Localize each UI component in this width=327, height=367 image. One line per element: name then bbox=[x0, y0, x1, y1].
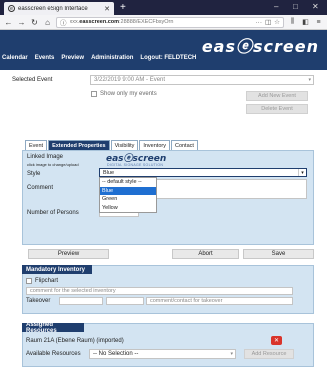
reload-icon[interactable]: ↻ bbox=[30, 18, 39, 27]
linked-image-label: Linked Image bbox=[27, 154, 64, 160]
close-window-icon[interactable]: ✕ bbox=[312, 2, 319, 12]
hamburger-menu-icon[interactable]: ≡ bbox=[314, 19, 323, 26]
menu-logout[interactable]: Logout: FELDTECH bbox=[140, 55, 196, 61]
browser-tab[interactable]: e easscreen eSign Interface ✕ bbox=[4, 2, 114, 15]
abort-button[interactable]: Abort bbox=[172, 249, 239, 259]
assigned-resources-header: Assigned Resources bbox=[22, 322, 84, 334]
tab-visibility[interactable]: Visibility bbox=[110, 140, 139, 150]
linked-image-hint: click image to change/upload bbox=[27, 162, 79, 167]
tab-title: easscreen eSign Interface bbox=[18, 5, 88, 12]
linked-image-subtitle: DIGITAL SIGNAGE SOLUTION bbox=[107, 163, 164, 167]
assigned-resource-item: Raum 21A (Ebene Raum) (imported) bbox=[26, 338, 124, 344]
event-tabs: Event Extended Properties Visibility Inv… bbox=[25, 140, 198, 150]
takeover-comment-input[interactable]: comment/contact for takeover bbox=[146, 297, 293, 305]
tab-extended-properties[interactable]: Extended Properties bbox=[48, 140, 110, 150]
selected-event-select[interactable]: 3/22/2019 9:00 AM - Event ▾ bbox=[90, 75, 314, 85]
style-value: Blue bbox=[103, 169, 115, 176]
preview-button[interactable]: Preview bbox=[28, 249, 109, 259]
url-domain: easscreen.com bbox=[79, 19, 120, 25]
takeover-label: Takeover bbox=[26, 298, 51, 304]
add-resource-button[interactable]: Add Resource bbox=[244, 349, 294, 359]
tab-inventory[interactable]: Inventory bbox=[139, 140, 170, 150]
flipchart-checkbox[interactable] bbox=[26, 278, 32, 284]
selected-event-value: 3/22/2019 9:00 AM - Event bbox=[94, 77, 166, 83]
browser-navbar: ← → ↻ ⌂ ⓘ xxx.easscreen.com:28888/EXECFb… bbox=[0, 15, 327, 30]
selected-event-label: Selected Event bbox=[12, 77, 53, 83]
style-option[interactable]: Blue bbox=[100, 186, 156, 195]
available-resources-label: Available Resources bbox=[26, 351, 81, 357]
new-tab-icon[interactable]: + bbox=[120, 2, 126, 13]
chevron-down-icon: ▾ bbox=[308, 77, 311, 83]
tab-event[interactable]: Event bbox=[25, 140, 48, 150]
menu-administration[interactable]: Administration bbox=[91, 55, 133, 61]
chevron-down-icon: ▾ bbox=[230, 351, 233, 357]
library-icon[interactable]: ⫼ bbox=[288, 18, 297, 26]
maximize-icon[interactable]: □ bbox=[293, 2, 298, 12]
only-mine-checkbox[interactable] bbox=[91, 91, 97, 97]
app-header: easⓔscreen Calendar Events Preview Admin… bbox=[0, 30, 327, 70]
easscreen-logo: easⓔscreen bbox=[201, 37, 319, 56]
menu-calendar[interactable]: Calendar bbox=[2, 55, 28, 61]
available-resources-value: -- No Selection -- bbox=[93, 351, 139, 357]
inventory-comment-input[interactable]: comment for the selected inventory bbox=[26, 287, 293, 295]
style-select[interactable]: Blue ▾ bbox=[99, 168, 307, 177]
remove-resource-button[interactable]: ✕ bbox=[271, 336, 282, 345]
style-option[interactable]: Yellow bbox=[100, 204, 156, 213]
favicon-icon: e bbox=[8, 5, 15, 12]
add-event-button[interactable]: Add New Event bbox=[246, 91, 308, 101]
style-option[interactable]: Green bbox=[100, 195, 156, 204]
style-option[interactable]: -- default style -- bbox=[100, 178, 156, 187]
takeover-date-input[interactable] bbox=[59, 297, 103, 305]
delete-event-button[interactable]: Delete Event bbox=[246, 104, 308, 114]
main-menu: Calendar Events Preview Administration L… bbox=[2, 55, 196, 61]
comment-label: Comment bbox=[27, 185, 54, 191]
pocket-icon[interactable]: ◫ bbox=[265, 18, 271, 26]
url-bar[interactable]: ⓘ xxx.easscreen.com:28888/EXECFbsyOrn ··… bbox=[56, 16, 284, 28]
style-label: Style bbox=[27, 171, 41, 177]
mandatory-inventory-header: Mandatory Inventory bbox=[22, 265, 92, 274]
browser-tabbar: e easscreen eSign Interface ✕ + – □ ✕ bbox=[0, 0, 327, 15]
tab-contact[interactable]: Contact bbox=[170, 140, 198, 150]
url-path: :28888/EXECFbsyOrn bbox=[119, 19, 174, 25]
minimize-icon[interactable]: – bbox=[274, 2, 278, 12]
style-dropdown: -- default style -- Blue Green Yellow bbox=[99, 177, 157, 213]
home-icon[interactable]: ⌂ bbox=[43, 18, 52, 27]
persons-label: Number of Persons bbox=[27, 210, 79, 216]
info-icon: ⓘ bbox=[60, 20, 67, 27]
back-icon[interactable]: ← bbox=[4, 18, 13, 27]
forward-icon[interactable]: → bbox=[17, 18, 26, 27]
chevron-down-icon: ▾ bbox=[298, 169, 306, 176]
page-actions-icon[interactable]: ··· bbox=[256, 19, 263, 26]
save-button[interactable]: Save bbox=[243, 249, 314, 259]
menu-events[interactable]: Events bbox=[35, 55, 55, 61]
only-mine-label: Show only my events bbox=[100, 91, 157, 97]
flipchart-label: Flipchart bbox=[35, 278, 59, 284]
url-prefix: xxx. bbox=[69, 19, 80, 25]
available-resources-select[interactable]: -- No Selection -- ▾ bbox=[89, 349, 236, 359]
close-tab-icon[interactable]: ✕ bbox=[104, 5, 110, 13]
sidebar-icon[interactable]: ◧ bbox=[301, 18, 310, 26]
menu-preview[interactable]: Preview bbox=[61, 55, 84, 61]
bookmark-star-icon[interactable]: ☆ bbox=[274, 18, 280, 26]
takeover-time-input[interactable] bbox=[106, 297, 144, 305]
